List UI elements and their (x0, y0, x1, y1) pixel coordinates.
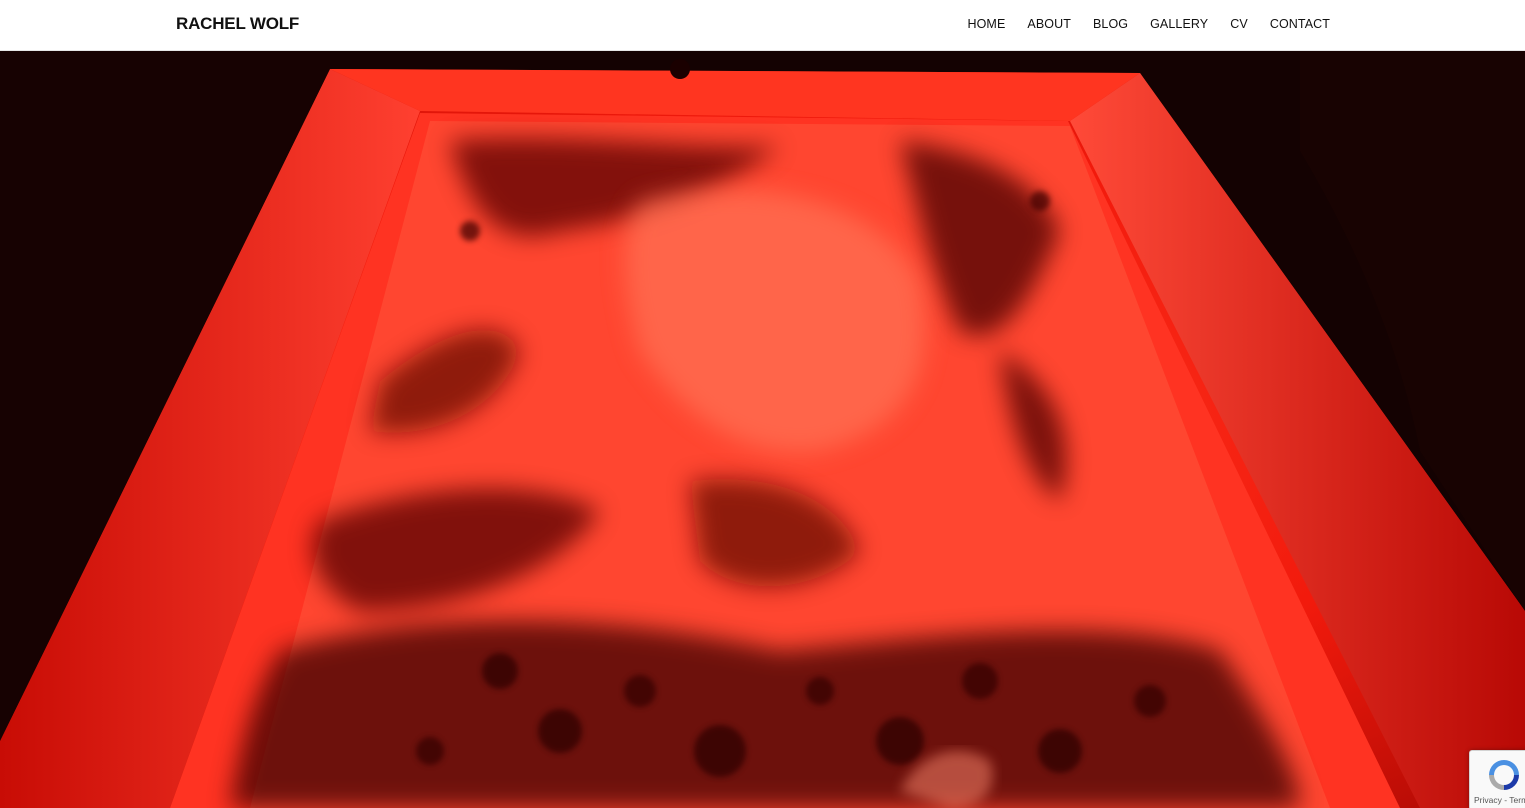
nav-item-gallery[interactable]: GALLERY (1150, 16, 1208, 32)
page: RACHEL WOLF HOME ABOUT BLOG GALLERY CV C… (0, 0, 1525, 808)
recaptcha-links[interactable]: Privacy - Terms (1474, 795, 1525, 805)
tray-bolt (670, 59, 690, 79)
main-nav: HOME ABOUT BLOG GALLERY CV CONTACT (967, 16, 1330, 32)
darkroom-tray-image (0, 51, 1525, 808)
recaptcha-badge[interactable]: Privacy - Terms (1469, 750, 1525, 808)
site-title-link[interactable]: RACHEL WOLF (176, 14, 299, 34)
nav-item-home[interactable]: HOME (967, 16, 1005, 32)
nav-item-cv[interactable]: CV (1230, 16, 1248, 32)
nav-item-blog[interactable]: BLOG (1093, 16, 1128, 32)
nav-item-about[interactable]: ABOUT (1027, 16, 1071, 32)
site-header: RACHEL WOLF HOME ABOUT BLOG GALLERY CV C… (0, 0, 1525, 51)
nav-item-contact[interactable]: CONTACT (1270, 16, 1330, 32)
hero-video[interactable] (0, 51, 1525, 808)
recaptcha-logo-icon (1489, 760, 1519, 790)
